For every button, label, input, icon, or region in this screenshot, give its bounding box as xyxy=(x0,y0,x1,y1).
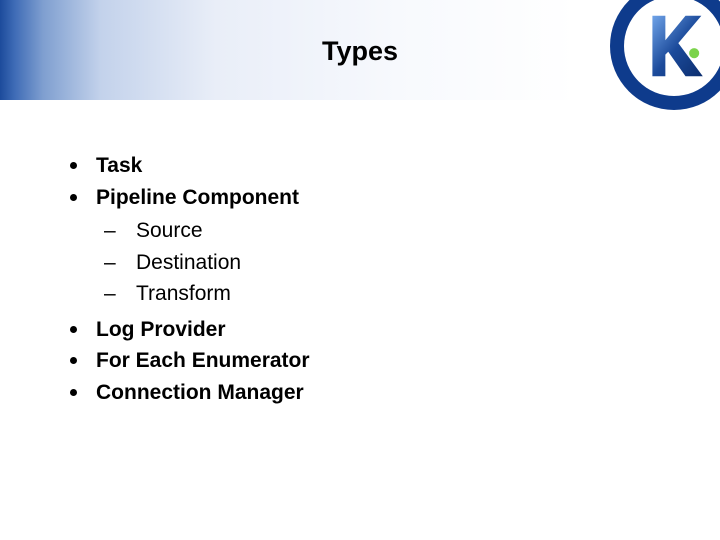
content-area: Task Pipeline Component – Source – Desti… xyxy=(70,150,630,408)
sub-list-item-label: Source xyxy=(136,219,203,242)
list-item-label: Connection Manager xyxy=(96,381,304,404)
list-item-label: Task xyxy=(96,154,142,177)
list-item: Connection Manager xyxy=(70,377,630,409)
bullet-icon xyxy=(70,389,77,396)
logo-k-icon xyxy=(610,0,720,110)
bullet-icon xyxy=(70,357,77,364)
list-item: For Each Enumerator xyxy=(70,345,630,377)
dash-icon: – xyxy=(104,278,116,310)
bullet-icon xyxy=(70,162,77,169)
sub-list-item: – Transform xyxy=(96,278,630,310)
list-item-label: Log Provider xyxy=(96,318,226,341)
sub-bullet-list: – Source – Destination – Transform xyxy=(96,215,630,310)
list-item: Log Provider xyxy=(70,314,630,346)
list-item: Pipeline Component – Source – Destinatio… xyxy=(70,182,630,310)
brand-logo xyxy=(610,0,720,110)
dash-icon: – xyxy=(104,247,116,279)
dash-icon: – xyxy=(104,215,116,247)
bullet-icon xyxy=(70,194,77,201)
list-item-label: Pipeline Component xyxy=(96,186,299,209)
sub-list-item: – Source xyxy=(96,215,630,247)
bullet-icon xyxy=(70,326,77,333)
sub-list-item-label: Destination xyxy=(136,251,241,274)
slide: Types Task xyxy=(0,0,720,540)
list-item: Task xyxy=(70,150,630,182)
bullet-list: Task Pipeline Component – Source – Desti… xyxy=(70,150,630,408)
list-item-label: For Each Enumerator xyxy=(96,349,310,372)
sub-list-item-label: Transform xyxy=(136,282,231,305)
sub-list-item: – Destination xyxy=(96,247,630,279)
